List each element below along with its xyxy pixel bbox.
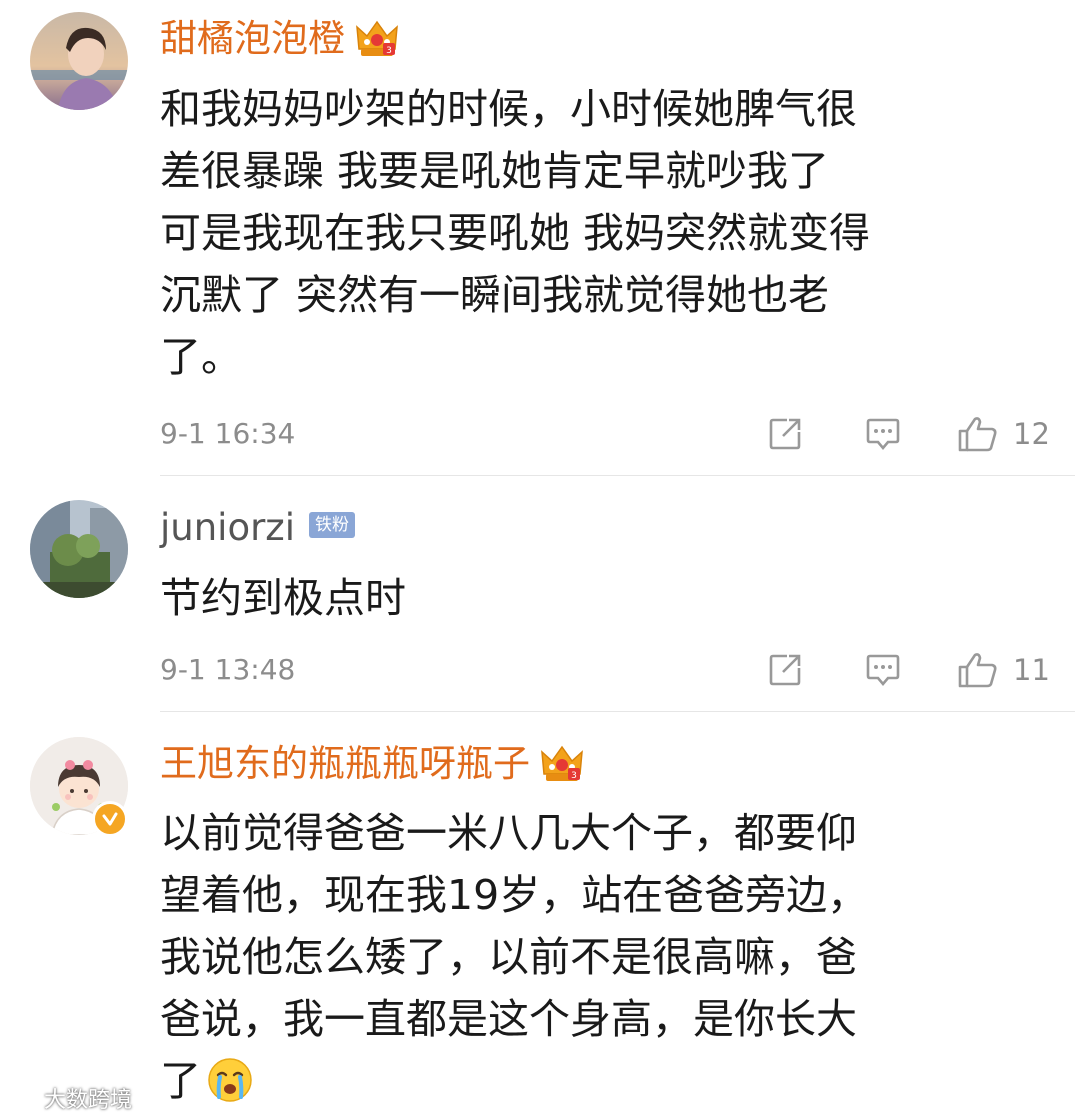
username-text: juniorzi [160,506,296,549]
comment-text: 节约到极点时 [160,567,1050,629]
comment-line: 沉默了 突然有一瞬间我就觉得她也老 [160,271,830,319]
username[interactable]: 王旭东的瓶瓶瓶呀瓶子 3 [160,739,584,789]
comment-line-text: 了 [160,1057,201,1105]
comment-icon [866,418,900,451]
comment-line: 和我妈妈吵架的时候，小时候她脾气很 [160,85,857,133]
svg-text:3: 3 [386,46,392,56]
like-count: 11 [1013,653,1050,687]
comment-line: 爸说，我一直都是这个身高，是你长大 [160,995,857,1043]
like-count: 12 [1013,417,1050,451]
comment-line: 以前觉得爸爸一米八几大个子，都要仰 [160,809,857,857]
comment-text: 和我妈妈吵架的时候，小时候她脾气很 差很暴躁 我要是吼她肯定早就吵我了 可是我现… [160,78,1050,388]
reply-button[interactable] [864,414,902,454]
avatar[interactable] [30,500,128,598]
comment-line: 可是我现在我只要吼她 我妈突然就变得 [160,209,871,257]
username[interactable]: juniorzi 铁粉 [160,503,356,553]
comment-line-last: 了 [160,1050,1050,1112]
watermark: 大数跨境 [6,1082,132,1114]
watermark-logo-icon [6,1088,38,1108]
comment-line: 望着他，现在我19岁，站在爸爸旁边， [160,871,869,919]
comment-text: 以前觉得爸爸一米八几大个子，都要仰 望着他，现在我19岁，站在爸爸旁边， 我说他… [160,802,1050,1112]
thumbs-up-icon [958,653,997,688]
timestamp: 9-1 16:34 [160,417,296,450]
comment-meta: 9-1 13:48 11 [160,650,1050,690]
comment-line: 节约到极点时 [160,574,406,622]
comment-line: 差很暴躁 我要是吼她肯定早就吵我了 [160,147,830,195]
reply-button[interactable] [864,650,902,690]
username-text: 甜橘泡泡橙 [160,17,345,60]
divider [160,711,1075,712]
watermark-text: 大数跨境 [44,1088,133,1113]
username[interactable]: 甜橘泡泡橙 3 [160,14,399,64]
crown-icon: 3 [540,744,584,784]
comment-line: 我说他怎么矮了，以前不是很高嘛，爸 [160,933,857,981]
comment-icon [866,654,900,687]
username-text: 王旭东的瓶瓶瓶呀瓶子 [160,742,530,785]
fan-badge: 铁粉 [309,512,356,538]
thumbs-up-icon [958,417,997,452]
crying-face-emoji [207,1057,253,1103]
like-button[interactable]: 11 [957,650,1050,690]
comment-meta: 9-1 16:34 12 [160,414,1050,454]
like-button[interactable]: 12 [957,414,1050,454]
divider [160,475,1075,476]
share-button[interactable] [767,650,803,690]
share-button[interactable] [767,414,803,454]
share-icon [769,418,801,450]
crown-icon: 3 [355,19,399,59]
svg-text:3: 3 [571,771,577,781]
timestamp: 9-1 13:48 [160,653,296,686]
share-icon [769,654,801,686]
verified-badge-icon [92,801,128,837]
avatar[interactable] [30,12,128,110]
comment-line: 了。 [160,333,242,381]
